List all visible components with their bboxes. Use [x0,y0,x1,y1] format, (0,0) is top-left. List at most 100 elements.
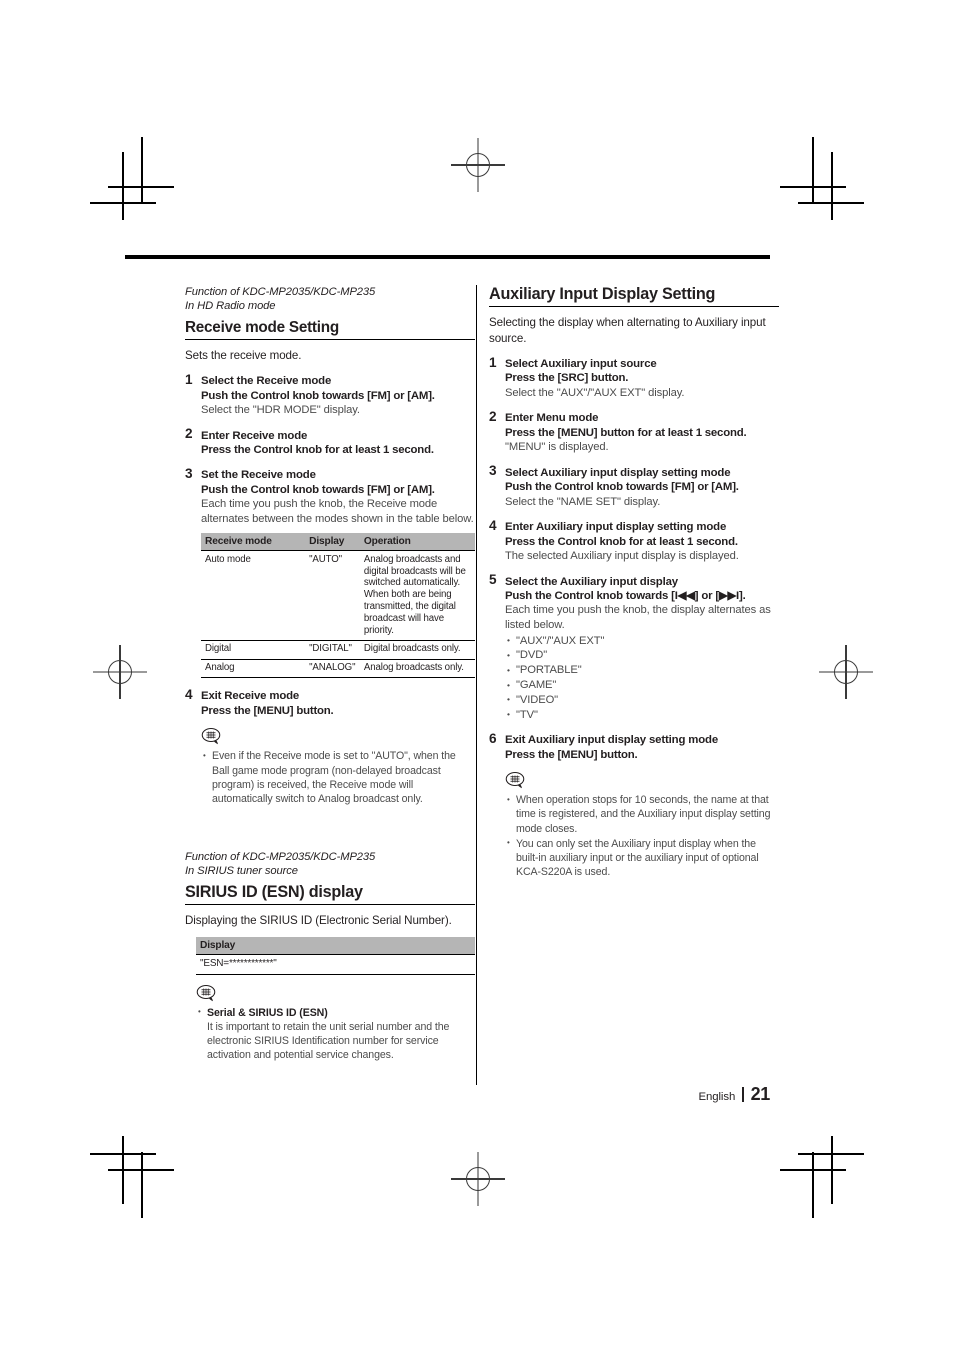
step-detail: Each time you push the knob, the display… [505,604,771,632]
section-title: SIRIUS ID (ESN) display [185,882,363,901]
table-row: Auto mode "AUTO" Analog broadcasts and d… [201,550,475,641]
section-receive-mode-setting: Function of KDC-MP2035/KDC-MP235 In HD R… [185,285,475,806]
note-item: Even if the Receive mode is set to "AUTO… [201,749,475,806]
list-item: "GAME" [505,678,779,693]
left-column: Function of KDC-MP2035/KDC-MP235 In HD R… [185,285,475,1063]
sirius-table-wrap: Display "ESN=************" • Serial & SI… [185,937,475,1062]
note-speech-bubble-icon [505,772,525,789]
step-number: 3 [185,465,193,481]
cell-mode: Auto mode [201,550,306,641]
step-action: Press the Control knob for at least 1 se… [201,443,434,456]
note-item: Serial & SIRIUS ID (ESN) It is important… [196,1005,475,1063]
note-item: You can only set the Auxiliary input dis… [505,836,779,880]
step-number: 3 [489,463,497,479]
table-header-row: Receive mode Display Operation [201,533,475,552]
section-intro: Sets the receive mode. [185,348,302,362]
right-column: Auxiliary Input Display Setting Selectin… [489,285,779,879]
function-line-2: In HD Radio mode [185,300,276,313]
step-heading: Exit Auxiliary input display setting mod… [505,734,719,747]
step-heading: Exit Receive mode [201,690,300,703]
registration-mark-bottom [451,1152,505,1206]
section-intro: Displaying the SIRIUS ID (Electronic Ser… [185,913,452,927]
step-action: Press the [MENU] button. [201,704,334,717]
step-heading: Enter Auxiliary input display setting mo… [505,521,727,534]
document-page: Function of KDC-MP2035/KDC-MP235 In HD R… [0,0,954,1350]
step-heading: Enter Receive mode [201,429,308,442]
aux-display-options-list: "AUX"/"AUX EXT" "DVD" "PORTABLE" "GAME" … [505,633,779,723]
section-title-rule [489,306,779,307]
step-number: 2 [185,426,193,441]
cell-operation: Analog broadcasts only. [359,659,475,679]
section-intro: Selecting the display when alternating t… [489,316,766,345]
note-list: Even if the Receive mode is set to "AUTO… [201,749,475,806]
section-title: Receive mode Setting [185,318,339,336]
note-item-title: Serial & SIRIUS ID (ESN) [207,1006,328,1019]
cell-mode: Analog [201,659,306,679]
step-heading: Select Auxiliary input display setting m… [505,466,731,479]
table-row: Digital "DIGITAL" Digital broadcasts onl… [201,640,475,660]
cell-display: "AUTO" [305,550,360,641]
step-4: 4 Enter Auxiliary input display setting … [489,518,779,563]
table-header-row: Display [196,937,475,956]
list-item: "TV" [505,707,779,723]
step-number: 5 [489,572,497,588]
step-detail: Each time you push the knob, the Receive… [201,498,474,525]
table-header-display: Display [196,937,475,956]
note-item-text: It is important to retain the unit seria… [207,1020,450,1062]
step-action: Push the Control knob towards [FM] or [A… [201,483,435,496]
step-3: 3 Set the Receive mode Push the Control … [185,465,475,679]
sirius-display-table: Display "ESN=************" [196,937,475,975]
list-item: "VIDEO" [505,692,779,708]
step-number: 1 [185,371,193,387]
cell-operation: Analog broadcasts and digital broadcasts… [359,550,475,641]
page-top-rule [125,255,770,259]
step-action: Push the Control knob towards [I◀◀] or [… [505,590,746,603]
note-block: Even if the Receive mode is set to "AUTO… [201,727,475,806]
section-title-rule [185,903,475,905]
cell-mode: Digital [201,640,306,660]
footer-divider [742,1087,744,1102]
step-action: Press the [SRC] button. [505,372,629,385]
step-heading: Enter Menu mode [505,412,599,425]
function-line-1: Function of KDC-MP2035/KDC-MP235 [185,851,376,864]
note-block: Serial & SIRIUS ID (ESN) It is important… [196,984,475,1063]
note-speech-bubble-icon [196,984,216,1001]
step-heading: Select the Auxiliary input display [505,575,678,588]
cell-operation: Digital broadcasts only. [359,640,475,660]
step-number: 4 [185,686,193,702]
registration-mark-top [451,138,505,192]
step-6: 6 Exit Auxiliary input display setting m… [489,730,779,879]
step-2: 2 Enter Receive mode Press the Control k… [185,426,475,458]
step-number: 6 [489,730,497,746]
section-auxiliary-input-display-setting: Auxiliary Input Display Setting Selectin… [489,285,779,879]
step-2: 2 Enter Menu mode Press the [MENU] butto… [489,409,779,454]
column-divider [476,285,478,1085]
note-list: Serial & SIRIUS ID (ESN) It is important… [196,1005,475,1063]
step-action: Press the [MENU] button. [505,748,638,761]
function-line-1: Function of KDC-MP2035/KDC-MP235 [185,286,376,298]
step-detail: The selected Auxiliary input display is … [505,550,739,563]
cell-esn-value: "ESN=************" [196,954,475,975]
step-1: 1 Select Auxiliary input source Press th… [489,355,779,400]
step-3: 3 Select Auxiliary input display setting… [489,463,779,509]
step-action: Press the [MENU] button for at least 1 s… [505,426,747,439]
note-list: When operation stops for 10 seconds, the… [505,793,779,879]
note-speech-bubble-icon [201,728,221,745]
table-header-display: Display [305,533,360,552]
table-header-receive-mode: Receive mode [201,533,306,552]
receive-mode-table: Receive mode Display Operation Auto mode… [201,533,475,679]
table-header-operation: Operation [359,533,475,552]
list-item: "DVD" [505,648,779,663]
step-detail: "MENU" is displayed. [505,441,609,454]
step-detail: Select the "HDR MODE" display. [201,403,360,416]
step-heading: Select Auxiliary input source [505,358,657,370]
registration-mark-left [93,645,147,699]
step-detail: Select the "AUX"/"AUX EXT" display. [505,386,685,399]
note-block: When operation stops for 10 seconds, the… [505,771,779,879]
section-sirius-id-display: Function of KDC-MP2035/KDC-MP235 In SIRI… [185,850,475,1062]
step-action: Push the Control knob towards [FM] or [A… [505,481,739,494]
step-action: Press the Control knob for at least 1 se… [505,535,738,548]
cell-display: "DIGITAL" [305,640,360,660]
page-number: 21 [750,1084,771,1104]
